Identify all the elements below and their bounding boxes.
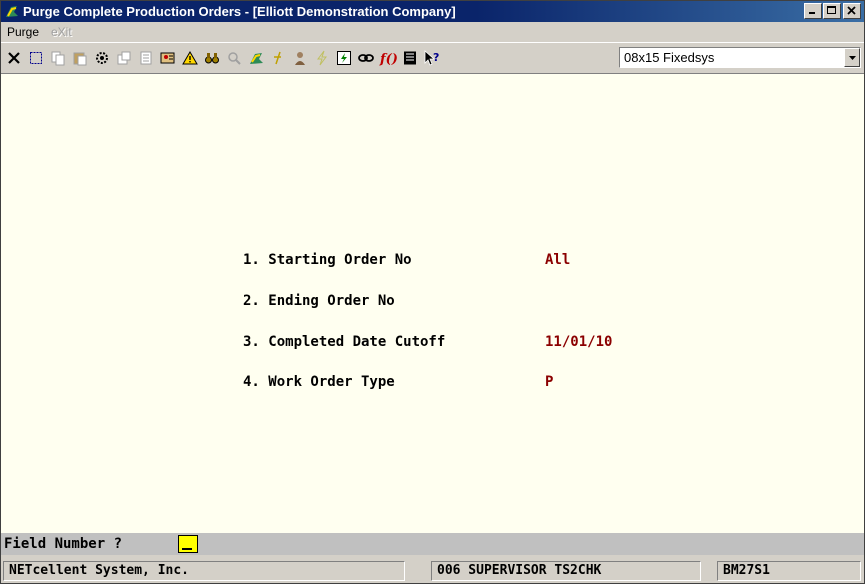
macro-icon bbox=[336, 50, 351, 65]
toolbar-world-button[interactable] bbox=[245, 47, 266, 68]
help-pointer-icon: ? bbox=[424, 49, 439, 66]
toolbar-document-button[interactable] bbox=[135, 47, 156, 68]
field-label: 4. Work Order Type bbox=[243, 374, 395, 390]
toolbar-copy-button[interactable] bbox=[47, 47, 68, 68]
field-value: P bbox=[545, 374, 554, 390]
toolbar-macro-button[interactable] bbox=[333, 47, 354, 68]
user-card-icon bbox=[160, 52, 174, 63]
menu-exit[interactable]: eXit bbox=[51, 25, 72, 39]
toolbar-text-button[interactable] bbox=[267, 47, 288, 68]
toolbar-lightning-button[interactable] bbox=[311, 47, 332, 68]
toolbar-properties-button[interactable] bbox=[113, 47, 134, 68]
font-select[interactable]: 08x15 Fixedsys bbox=[619, 47, 861, 68]
field-value: All bbox=[545, 252, 571, 268]
field-prompt-label: Field Number ? bbox=[4, 536, 123, 552]
minimize-icon bbox=[809, 12, 815, 14]
terminal-screen: 1. Starting Order No All 2. Ending Order… bbox=[1, 74, 864, 533]
document-icon bbox=[140, 51, 151, 64]
maximize-button[interactable] bbox=[823, 3, 841, 19]
close-icon bbox=[847, 6, 856, 15]
form-field-3[interactable]: 3. Completed Date Cutoff 11/01/10 bbox=[1, 334, 864, 354]
form-field-2[interactable]: 2. Ending Order No bbox=[1, 293, 864, 313]
lightning-icon bbox=[316, 50, 327, 65]
properties-icon bbox=[117, 51, 130, 64]
alert-triangle-icon bbox=[181, 50, 198, 64]
person-icon bbox=[294, 51, 305, 65]
chevron-down-icon bbox=[849, 56, 856, 60]
menu-bar: Purge eXit bbox=[1, 22, 864, 42]
status-user: 006 SUPERVISOR TS2CHK bbox=[431, 561, 701, 581]
status-bar: NETcellent System, Inc. 006 SUPERVISOR T… bbox=[1, 559, 864, 583]
font-select-dropdown-button[interactable] bbox=[844, 48, 860, 67]
function-icon: f() bbox=[379, 52, 397, 66]
application-window: Purge Complete Production Orders - [Elli… bbox=[0, 0, 865, 584]
field-value: 11/01/10 bbox=[545, 334, 613, 350]
close-button[interactable] bbox=[843, 3, 861, 19]
magnify-icon bbox=[227, 51, 241, 65]
status-program: BM27S1 bbox=[717, 561, 861, 581]
title-bar[interactable]: Purge Complete Production Orders - [Elli… bbox=[1, 1, 864, 22]
link-icon bbox=[357, 53, 374, 62]
field-label: 1. Starting Order No bbox=[243, 252, 412, 268]
field-label: 3. Completed Date Cutoff bbox=[243, 334, 446, 350]
list-icon bbox=[403, 51, 416, 64]
world-icon bbox=[249, 52, 263, 64]
minimize-button[interactable] bbox=[804, 3, 822, 19]
svg-text:f(): f() bbox=[379, 52, 397, 66]
toolbar-close-button[interactable] bbox=[3, 47, 24, 68]
svg-text:?: ? bbox=[433, 51, 439, 64]
toolbar-alert-button[interactable] bbox=[179, 47, 200, 68]
maximize-icon bbox=[827, 6, 836, 14]
field-number-input[interactable] bbox=[178, 535, 198, 553]
text-tool-icon bbox=[273, 51, 281, 64]
toolbar-search-button[interactable] bbox=[223, 47, 244, 68]
toolbar-function-button[interactable]: f() bbox=[377, 47, 398, 68]
paste-icon bbox=[73, 52, 86, 65]
close-x-icon bbox=[7, 51, 20, 64]
window-title: Purge Complete Production Orders - [Elli… bbox=[23, 4, 456, 19]
toolbar-link-button[interactable] bbox=[355, 47, 376, 68]
form-field-1[interactable]: 1. Starting Order No All bbox=[1, 252, 864, 272]
toolbar-select-button[interactable] bbox=[25, 47, 46, 68]
copy-icon bbox=[51, 51, 64, 65]
toolbar-settings-button[interactable] bbox=[91, 47, 112, 68]
status-company: NETcellent System, Inc. bbox=[3, 561, 405, 581]
menu-purge[interactable]: Purge bbox=[7, 25, 39, 39]
toolbar-paste-button[interactable] bbox=[69, 47, 90, 68]
app-icon bbox=[6, 6, 18, 17]
toolbar-card-button[interactable] bbox=[157, 47, 178, 68]
toolbar-person-button[interactable] bbox=[289, 47, 310, 68]
select-rect-icon bbox=[29, 51, 42, 64]
binoculars-icon bbox=[204, 52, 219, 63]
field-prompt-bar: Field Number ? bbox=[1, 533, 864, 555]
toolbar-help-button[interactable]: ? bbox=[421, 47, 442, 68]
toolbar-find-button[interactable] bbox=[201, 47, 222, 68]
toolbar-list-button[interactable] bbox=[399, 47, 420, 68]
form-field-4[interactable]: 4. Work Order Type P bbox=[1, 374, 864, 394]
font-select-value: 08x15 Fixedsys bbox=[624, 50, 715, 65]
toolbar: f() ? 08x15 Fixedsys bbox=[1, 42, 864, 74]
field-label: 2. Ending Order No bbox=[243, 293, 395, 309]
settings-gear-icon bbox=[95, 51, 108, 64]
